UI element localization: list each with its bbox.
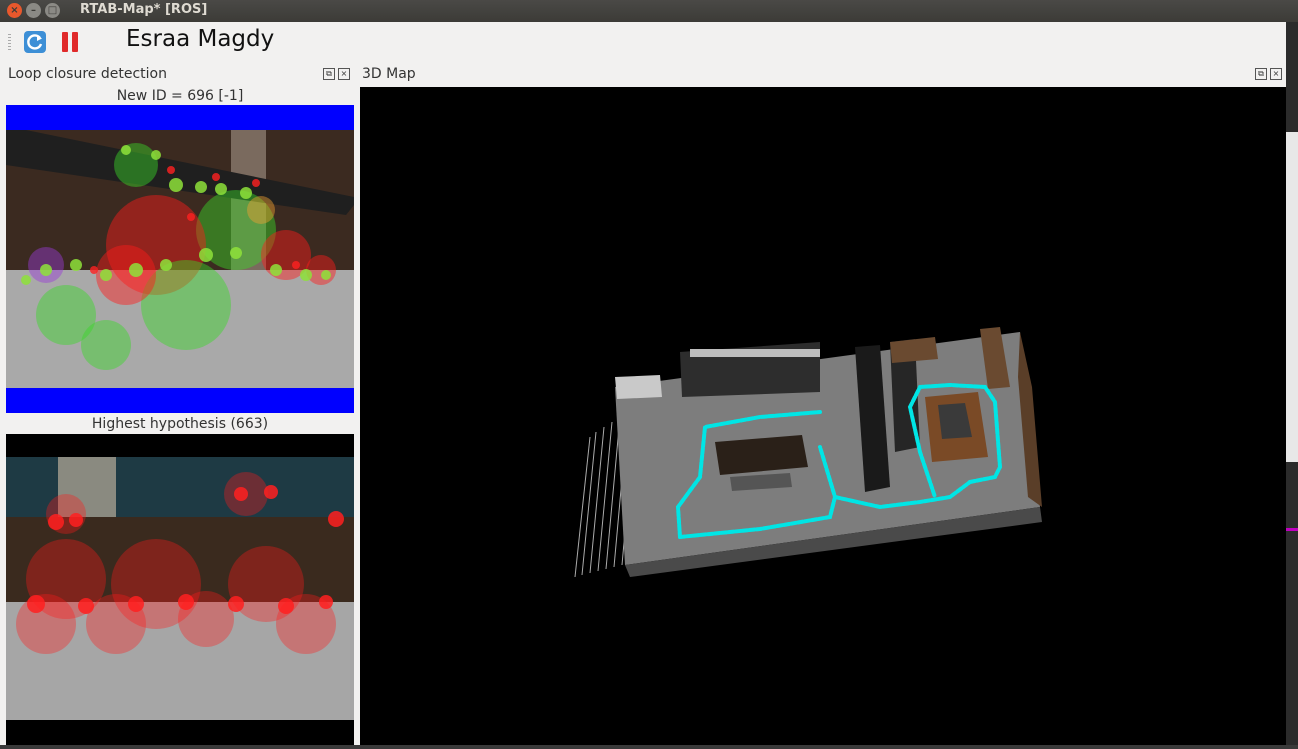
refresh-button[interactable] (21, 28, 49, 56)
title-bar: × – □ RTAB-Map* [ROS] (0, 0, 1298, 22)
map3d-title: 3D Map (362, 66, 416, 82)
new-id-caption: New ID = 696 [-1] (116, 88, 244, 104)
window-close-button[interactable]: × (7, 3, 22, 18)
map-float-icon[interactable]: ⧉ (1255, 68, 1267, 80)
hypothesis-image[interactable] (6, 434, 354, 745)
window-minimize-button[interactable]: – (26, 3, 41, 18)
pause-icon (62, 32, 78, 52)
main-window: Esraa Magdy Loop closure detection ⧉ × N… (0, 22, 1286, 745)
refresh-icon (24, 31, 46, 53)
map3d-dock: 3D Map ⧉ × (358, 64, 1286, 745)
dock-float-icon[interactable]: ⧉ (323, 68, 335, 80)
hypothesis-caption: Highest hypothesis (663) (91, 416, 269, 432)
dock-close-icon[interactable]: × (338, 68, 350, 80)
window-maximize-button[interactable]: □ (45, 3, 60, 18)
toolbar: Esraa Magdy (0, 22, 1286, 64)
map-close-icon[interactable]: × (1270, 68, 1282, 80)
new-id-image[interactable] (6, 105, 354, 413)
loop-closure-dock: Loop closure detection ⧉ × New ID = 696 … (6, 64, 355, 745)
pause-button[interactable] (56, 28, 84, 56)
background-window-edge (1286, 22, 1298, 745)
window-title: RTAB-Map* [ROS] (80, 2, 208, 17)
loop-closure-title: Loop closure detection (8, 66, 167, 82)
toolbar-label: Esraa Magdy (126, 26, 275, 52)
map3d-viewport[interactable] (360, 87, 1286, 745)
toolbar-grip[interactable] (8, 34, 11, 52)
